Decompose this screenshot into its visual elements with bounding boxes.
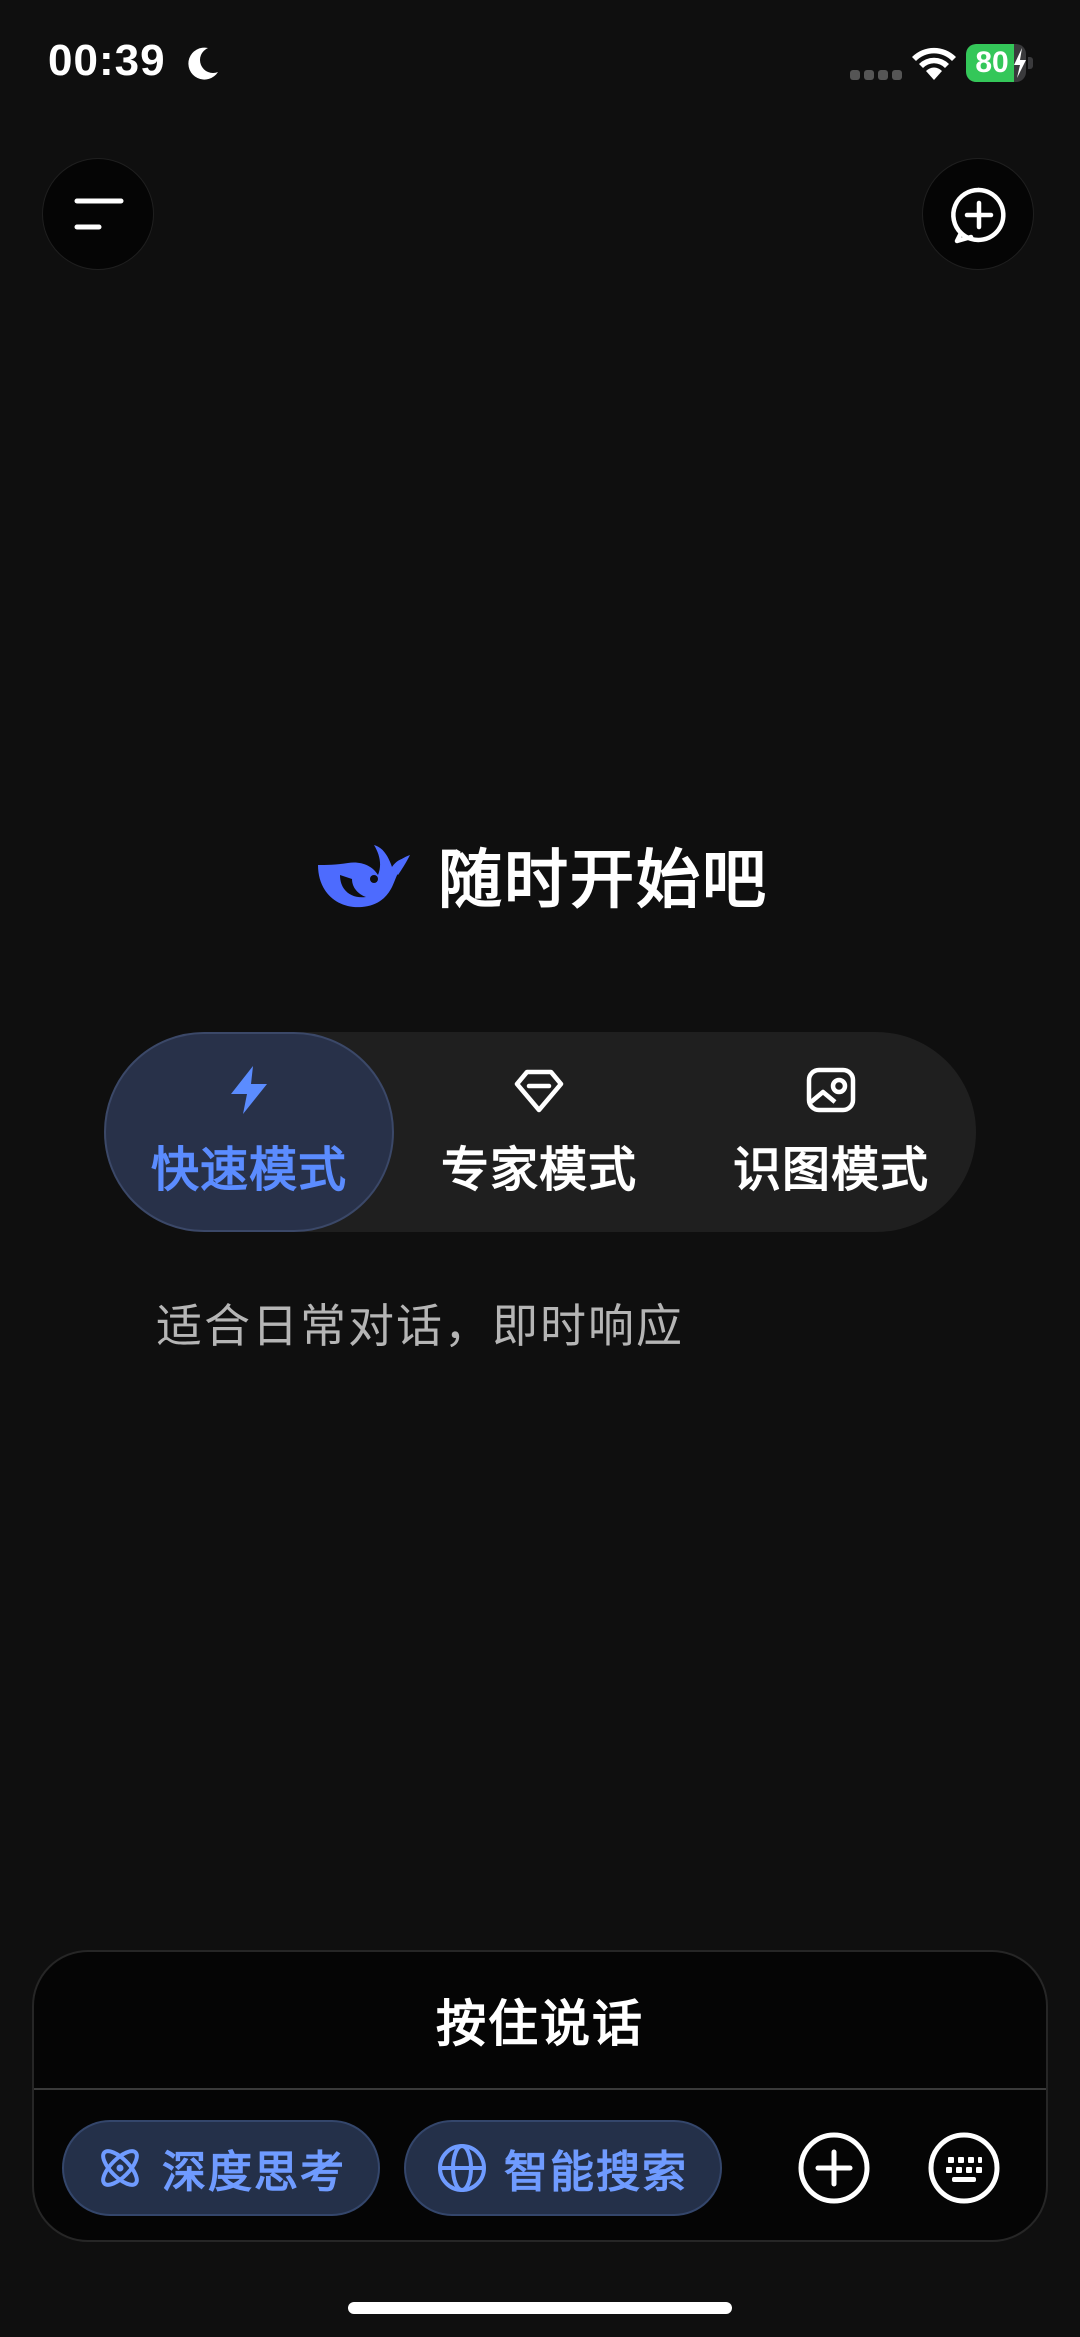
hold-to-talk-button[interactable]: 按住说话 <box>34 1952 1046 2088</box>
new-chat-icon <box>951 187 1006 244</box>
mode-label: 快速模式 <box>150 1142 347 1198</box>
atom-icon <box>101 2149 139 2187</box>
mode-vision[interactable]: 识图模式 <box>686 1032 976 1232</box>
panel-divider <box>34 2088 1046 2090</box>
home-indicator <box>348 2302 732 2314</box>
globe-icon <box>438 2144 486 2192</box>
battery-indicator: 80 <box>966 44 1034 82</box>
input-panel: 按住说话 深度思考 智能搜索 <box>32 1950 1048 2242</box>
welcome-header: 随时开始吧 <box>0 830 1080 920</box>
smart-search-toggle[interactable]: 智能搜索 <box>404 2120 722 2216</box>
status-time: 00:39 <box>48 36 166 85</box>
chip-label: 智能搜索 <box>504 2147 688 2198</box>
mode-label: 识图模式 <box>732 1142 929 1198</box>
welcome-title: 随时开始吧 <box>438 844 768 918</box>
menu-icon <box>74 198 124 230</box>
mode-fast[interactable]: 快速模式 <box>104 1032 394 1232</box>
charging-bolt-icon <box>1014 48 1026 78</box>
diamond-icon <box>514 1069 564 1113</box>
battery-cap <box>1028 57 1033 69</box>
lightning-icon <box>231 1066 267 1114</box>
whale-logo-icon <box>318 845 410 908</box>
new-chat-button[interactable] <box>922 158 1034 270</box>
image-scan-icon <box>806 1067 856 1113</box>
mode-description: 适合日常对话，即时响应 <box>156 1299 684 1353</box>
keyboard-toggle-button[interactable] <box>926 2130 1002 2206</box>
mode-selector: 快速模式 专家模式 识图模式 <box>104 1032 976 1232</box>
chip-label: 深度思考 <box>162 2147 346 2198</box>
deep-think-toggle[interactable]: 深度思考 <box>62 2120 380 2216</box>
sidebar-menu-button[interactable] <box>42 158 154 270</box>
status-bar: 00:39 80 <box>0 0 1080 130</box>
mode-label: 专家模式 <box>440 1142 637 1198</box>
battery-level: 80 <box>975 46 1009 79</box>
moon-icon <box>188 47 218 80</box>
add-attachment-button[interactable] <box>796 2130 872 2206</box>
cellular-signal-icon <box>850 70 902 80</box>
mode-expert[interactable]: 专家模式 <box>394 1032 684 1232</box>
wifi-icon <box>912 47 956 80</box>
